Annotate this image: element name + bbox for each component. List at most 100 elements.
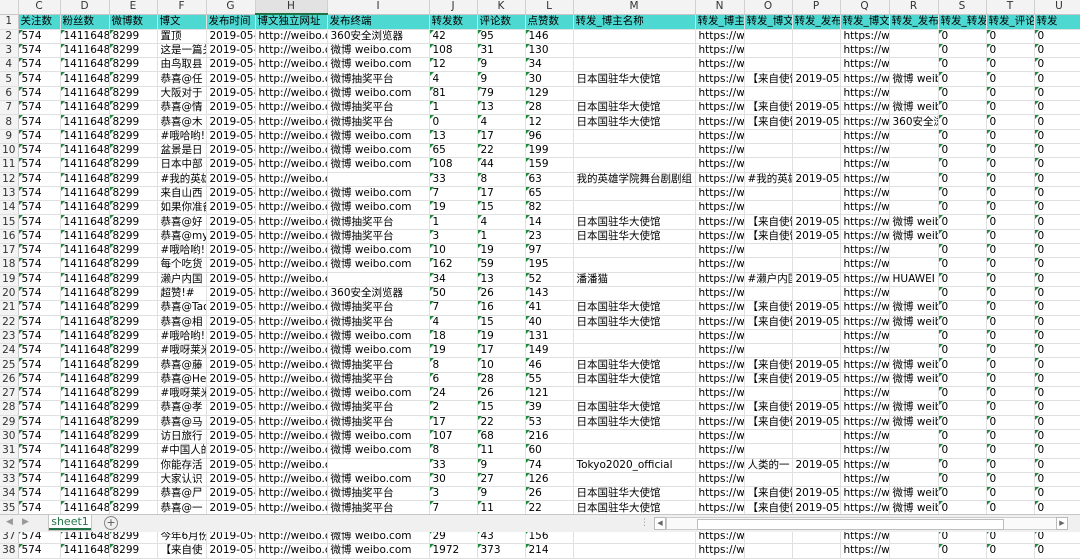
table-cell[interactable]: 日本国驻华大使馆 [573, 400, 696, 416]
table-cell[interactable]: 574 [18, 229, 61, 245]
table-cell[interactable] [889, 243, 939, 259]
table-cell[interactable]: 34 [525, 57, 574, 73]
table-cell[interactable]: 1411648 [60, 143, 110, 159]
table-cell[interactable] [744, 472, 793, 488]
table-cell[interactable]: 143 [525, 286, 574, 302]
table-cell[interactable]: 574 [18, 100, 61, 116]
row-header[interactable]: 16 [0, 229, 19, 245]
table-cell[interactable]: https://wei [695, 157, 745, 173]
table-cell[interactable]: 0 [986, 315, 1035, 330]
table-cell[interactable]: 恭喜@木 [157, 114, 207, 130]
table-cell[interactable]: 恭喜@myt [157, 229, 207, 245]
table-cell[interactable]: https://wei [695, 29, 745, 44]
row-header[interactable]: 19 [0, 272, 19, 287]
table-cell[interactable]: 1411648 [60, 372, 110, 388]
row-header[interactable]: 22 [0, 315, 19, 330]
table-cell[interactable]: http://weibo.co [255, 315, 328, 330]
table-cell[interactable]: 8299 [109, 214, 158, 230]
table-cell[interactable] [792, 143, 841, 159]
sheet-nav-prev-icon[interactable]: ◀ [6, 517, 13, 527]
table-cell[interactable]: 2019-05-2 [792, 272, 841, 287]
table-cell[interactable]: https://wei [840, 29, 890, 44]
table-cell[interactable]: 0 [986, 100, 1035, 116]
table-cell[interactable]: https://wei [695, 357, 745, 373]
header-cell[interactable]: 点赞数 [525, 14, 574, 30]
table-cell[interactable]: 8299 [109, 443, 158, 459]
table-cell[interactable]: 0 [986, 71, 1035, 87]
table-cell[interactable]: https://wei [840, 200, 890, 216]
header-cell[interactable]: 转发_博文 [744, 14, 793, 30]
table-cell[interactable]: 0 [1034, 29, 1080, 44]
table-cell[interactable]: https://wei [840, 272, 890, 287]
column-header-Q[interactable]: Q [840, 0, 890, 15]
table-cell[interactable] [792, 29, 841, 44]
table-cell[interactable]: 0 [1034, 300, 1080, 316]
table-cell[interactable]: http://weibo.co [255, 71, 328, 87]
table-cell[interactable]: 574 [18, 129, 61, 144]
table-cell[interactable] [792, 57, 841, 73]
table-cell[interactable]: 1411648 [60, 129, 110, 144]
table-cell[interactable]: 0 [1034, 486, 1080, 502]
table-cell[interactable]: 日本国驻华大使馆 [573, 114, 696, 130]
table-cell[interactable] [792, 429, 841, 445]
table-cell[interactable]: 日本国驻华大使馆 [573, 229, 696, 245]
table-cell[interactable] [889, 143, 939, 159]
table-cell[interactable] [792, 129, 841, 144]
table-cell[interactable]: 微博 weibo [889, 315, 939, 330]
column-header-G[interactable]: G [206, 0, 256, 15]
table-cell[interactable]: 574 [18, 114, 61, 130]
table-cell[interactable]: 574 [18, 172, 61, 187]
table-cell[interactable]: #哦哈哟! [157, 243, 207, 259]
table-cell[interactable]: 8299 [109, 343, 158, 359]
table-cell[interactable] [744, 57, 793, 73]
table-cell[interactable]: 31 [477, 43, 526, 59]
table-cell[interactable] [889, 186, 939, 202]
table-cell[interactable] [889, 129, 939, 144]
table-cell[interactable]: https://wei [695, 315, 745, 330]
table-cell[interactable] [573, 343, 696, 359]
table-cell[interactable]: 0 [938, 229, 987, 245]
table-cell[interactable]: 微博 weibo [889, 300, 939, 316]
table-cell[interactable]: 微博抽奖平台 [327, 357, 430, 373]
table-cell[interactable]: 0 [1034, 343, 1080, 359]
table-cell[interactable] [573, 143, 696, 159]
table-cell[interactable]: 0 [986, 300, 1035, 316]
table-cell[interactable]: https://wei [840, 415, 890, 430]
row-header[interactable]: 13 [0, 186, 19, 202]
table-cell[interactable] [573, 257, 696, 273]
table-cell[interactable]: https://wei [840, 129, 890, 144]
table-cell[interactable]: 0 [1034, 257, 1080, 273]
table-cell[interactable]: http://weibo.co [255, 543, 328, 559]
table-cell[interactable]: 17 [477, 129, 526, 144]
table-cell[interactable]: 0 [938, 71, 987, 87]
table-cell[interactable]: 574 [18, 29, 61, 44]
table-cell[interactable] [792, 472, 841, 488]
header-cell[interactable]: 转发_博主 [695, 14, 745, 30]
table-cell[interactable]: 7 [429, 186, 478, 202]
table-cell[interactable]: 1411648 [60, 357, 110, 373]
table-cell[interactable]: 216 [525, 429, 574, 445]
table-cell[interactable]: 0 [1034, 43, 1080, 59]
table-cell[interactable]: 574 [18, 71, 61, 87]
table-cell[interactable] [744, 29, 793, 44]
table-cell[interactable]: https://wei [695, 43, 745, 59]
table-cell[interactable]: https://wei [695, 57, 745, 73]
table-cell[interactable]: 0 [938, 543, 987, 559]
table-cell[interactable]: 1411648 [60, 29, 110, 44]
table-cell[interactable]: 0 [986, 114, 1035, 130]
table-cell[interactable]: 15 [477, 200, 526, 216]
table-cell[interactable]: 微博抽奖平台 [327, 315, 430, 330]
table-cell[interactable]: 2019-05-2 [206, 372, 256, 388]
table-cell[interactable]: 1411648 [60, 415, 110, 430]
table-cell[interactable]: 2019-05-2 [206, 543, 256, 559]
table-cell[interactable]: 微博 weibo [889, 229, 939, 245]
table-cell[interactable]: 8299 [109, 357, 158, 373]
table-cell[interactable]: 8299 [109, 315, 158, 330]
table-cell[interactable]: 【来自使馆 [744, 400, 793, 416]
table-cell[interactable]: http://weibo.co [255, 300, 328, 316]
table-cell[interactable]: https://wei [695, 214, 745, 230]
table-cell[interactable]: 46 [525, 357, 574, 373]
row-header[interactable]: 4 [0, 57, 19, 73]
table-cell[interactable]: 4 [477, 214, 526, 230]
row-header[interactable]: 28 [0, 400, 19, 416]
